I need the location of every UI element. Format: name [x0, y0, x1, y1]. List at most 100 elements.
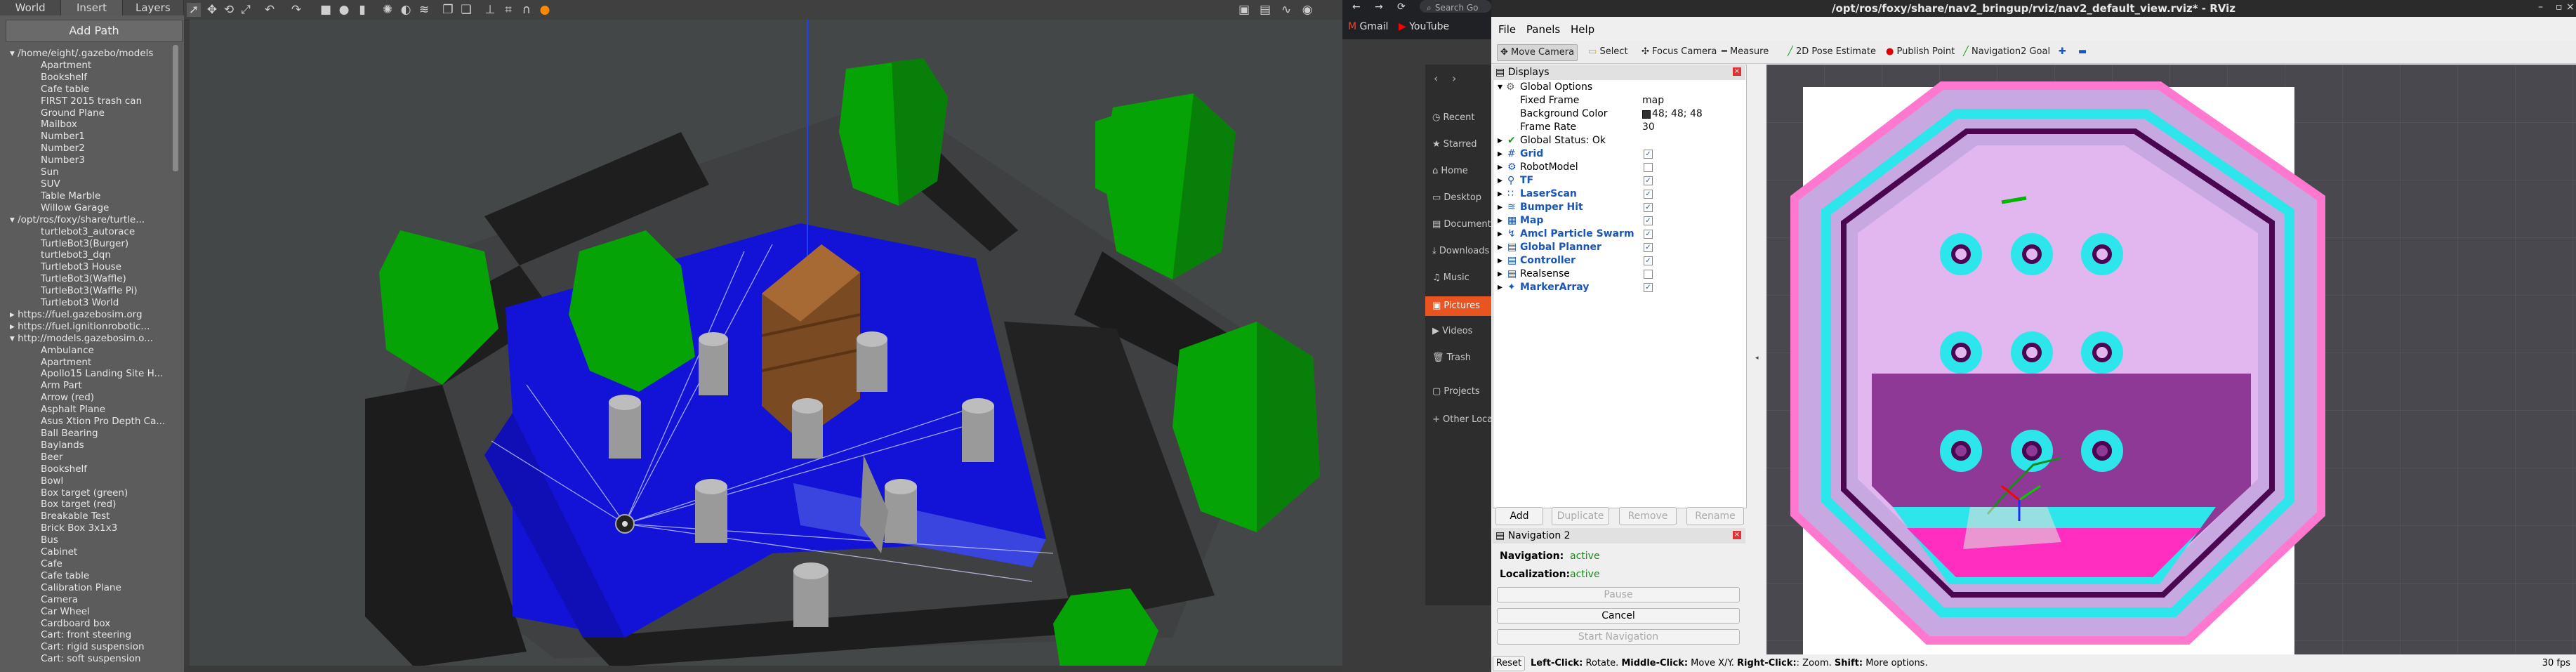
cancel-button[interactable]: Cancel: [1497, 608, 1740, 624]
display-row-bumper-hit[interactable]: ▸ ≋ Bumper Hit ✓: [1493, 201, 1746, 214]
expand-icon[interactable]: ▸: [1498, 201, 1502, 214]
tree-model-item[interactable]: Bus: [6, 534, 173, 546]
tree-path-node[interactable]: ▾ /opt/ros/foxy/share/turtle...: [6, 214, 173, 226]
display-enable-checkbox[interactable]: ✓: [1644, 176, 1653, 185]
background-color-row[interactable]: Background Color 48; 48; 48: [1493, 107, 1746, 121]
tree-model-item[interactable]: Car Wheel: [6, 606, 173, 618]
tree-model-item[interactable]: Bookshelf: [6, 463, 173, 475]
tree-model-item[interactable]: turtlebot3_dqn: [6, 249, 173, 261]
display-enable-checkbox[interactable]: [1644, 270, 1653, 279]
tree-model-item[interactable]: Willow Garage: [6, 202, 173, 214]
tree-path-node[interactable]: ▾ http://models.gazebosim.o...: [6, 333, 173, 345]
display-row-grid[interactable]: ▸ # Grid ✓: [1493, 147, 1746, 161]
display-enable-checkbox[interactable]: ✓: [1644, 256, 1653, 265]
tab-world[interactable]: World: [0, 0, 62, 15]
tree-model-item[interactable]: Turtlebot3 World: [6, 297, 173, 309]
expand-icon[interactable]: ▸: [1498, 174, 1502, 187]
tree-model-item[interactable]: Ambulance: [6, 345, 173, 357]
back-icon[interactable]: ←: [1352, 1, 1361, 13]
menu-panels[interactable]: Panels: [1526, 23, 1560, 36]
tab-layers[interactable]: Layers: [123, 0, 184, 15]
tree-model-item[interactable]: Brick Box 3x1x3: [6, 522, 173, 534]
tree-model-item[interactable]: Apollo15 Landing Site H...: [6, 368, 173, 380]
tree-model-item[interactable]: Cabinet: [6, 546, 173, 558]
add-display-button[interactable]: Add: [1495, 507, 1543, 525]
expand-icon[interactable]: ▸: [1498, 147, 1502, 161]
display-row-global-planner[interactable]: ▸ ▤ Global Planner ✓: [1493, 241, 1746, 254]
tree-model-item[interactable]: Bookshelf: [6, 72, 173, 84]
displays-close-icon[interactable]: ×: [1733, 67, 1741, 76]
tree-model-item[interactable]: Cart: front steering: [6, 629, 173, 641]
add-path-button[interactable]: Add Path: [6, 20, 183, 42]
close-icon[interactable]: ×: [2566, 1, 2575, 13]
tool-select[interactable]: ▭ Select: [1585, 44, 1631, 60]
scale-icon[interactable]: ⤢: [239, 3, 253, 17]
tree-model-item[interactable]: Mailbox: [6, 119, 173, 131]
translate-icon[interactable]: ✥: [205, 3, 219, 17]
start-navigation-button[interactable]: Start Navigation: [1497, 629, 1740, 645]
files-forward-icon[interactable]: ›: [1452, 72, 1456, 85]
tree-model-item[interactable]: Box target (green): [6, 487, 173, 499]
maximize-icon[interactable]: ▫: [2556, 1, 2563, 13]
tree-path-node[interactable]: ▾ /home/eight/.gazebo/models: [6, 48, 173, 60]
tree-model-item[interactable]: Arm Part: [6, 380, 173, 392]
expand-icon[interactable]: ▸: [1498, 214, 1502, 228]
gazebo-3d-viewport[interactable]: [190, 20, 1342, 667]
display-row-map[interactable]: ▸ ▦ Map ✓: [1493, 214, 1746, 228]
tree-model-item[interactable]: Ground Plane: [6, 107, 173, 119]
rviz-3d-view[interactable]: [1766, 65, 2576, 654]
tool-measure[interactable]: ━ Measure: [1719, 44, 1771, 60]
expand-icon[interactable]: ▸: [1498, 228, 1502, 241]
tree-model-item[interactable]: Cardboard box: [6, 618, 173, 630]
display-row-controller[interactable]: ▸ ▤ Controller ✓: [1493, 254, 1746, 268]
plot-icon[interactable]: ∿: [1279, 3, 1293, 17]
redo-icon[interactable]: ↷: [289, 3, 303, 17]
copy-icon[interactable]: ❐: [441, 3, 455, 17]
screenshot-icon[interactable]: ▣: [1237, 3, 1251, 17]
splitter-left-icon[interactable]: ◂: [1755, 355, 1759, 362]
display-enable-checkbox[interactable]: [1644, 163, 1653, 172]
tree-model-item[interactable]: Ball Bearing: [6, 428, 173, 440]
reload-icon[interactable]: ⟳: [1397, 1, 1406, 13]
tab-insert[interactable]: Insert: [61, 0, 123, 15]
snap-icon[interactable]: ⌗: [501, 3, 515, 17]
tree-model-item[interactable]: Cart: soft suspension: [6, 653, 173, 665]
tree-model-item[interactable]: Asphalt Plane: [6, 404, 173, 416]
expand-icon[interactable]: ▸: [1498, 268, 1502, 281]
tree-path-node[interactable]: ▸ https://fuel.ignitionrobotic...: [6, 321, 173, 333]
video-icon[interactable]: ◉: [1300, 3, 1314, 17]
rotate-icon[interactable]: ⟲: [222, 3, 236, 17]
address-bar[interactable]: ⌕ Search Go: [1420, 0, 1491, 13]
display-enable-checkbox[interactable]: ✓: [1644, 150, 1653, 159]
minimize-icon[interactable]: –: [2538, 1, 2543, 13]
tree-model-item[interactable]: Apartment: [6, 60, 173, 72]
tree-model-item[interactable]: Cafe table: [6, 570, 173, 582]
tree-path-node[interactable]: ▸ https://fuel.gazebosim.org: [6, 309, 173, 321]
display-enable-checkbox[interactable]: ✓: [1644, 190, 1653, 199]
sphere-shape-icon[interactable]: ●: [337, 3, 351, 17]
cylinder-shape-icon[interactable]: ▮: [355, 3, 369, 17]
expand-icon[interactable]: ▸: [1498, 187, 1502, 201]
bookmark-youtube[interactable]: ▶ YouTube: [1399, 21, 1449, 32]
fixed-frame-row[interactable]: Fixed Frame map: [1493, 94, 1746, 107]
expand-icon[interactable]: ▸: [1498, 241, 1502, 254]
remove-display-button[interactable]: Remove: [1619, 507, 1677, 525]
display-enable-checkbox[interactable]: ✓: [1644, 230, 1653, 239]
undo-icon[interactable]: ↶: [263, 3, 277, 17]
tree-model-item[interactable]: SUV: [6, 178, 173, 190]
menu-help[interactable]: Help: [1571, 23, 1594, 36]
global-status-row[interactable]: ▸ ✔ Global Status: Ok: [1493, 134, 1746, 147]
tool-publish-point[interactable]: ● Publish Point: [1883, 44, 1957, 60]
point-light-icon[interactable]: ✺: [381, 3, 395, 17]
tree-model-item[interactable]: Table Marble: [6, 190, 173, 202]
tree-model-item[interactable]: Beer: [6, 452, 173, 463]
frame-rate-row[interactable]: Frame Rate 30: [1493, 121, 1746, 134]
tool-focus-camera[interactable]: ✣ Focus Camera: [1639, 44, 1719, 60]
select-arrow-icon[interactable]: ➚: [187, 3, 201, 17]
tool-navigation2-goal[interactable]: ╱ Navigation2 Goal: [1960, 44, 2053, 60]
tree-model-item[interactable]: Camera: [6, 594, 173, 606]
tree-model-item[interactable]: Box target (red): [6, 499, 173, 510]
rename-display-button[interactable]: Rename: [1686, 507, 1744, 525]
tree-model-item[interactable]: Number2: [6, 143, 173, 154]
tree-model-item[interactable]: TurtleBot3(Waffle Pi): [6, 285, 173, 297]
